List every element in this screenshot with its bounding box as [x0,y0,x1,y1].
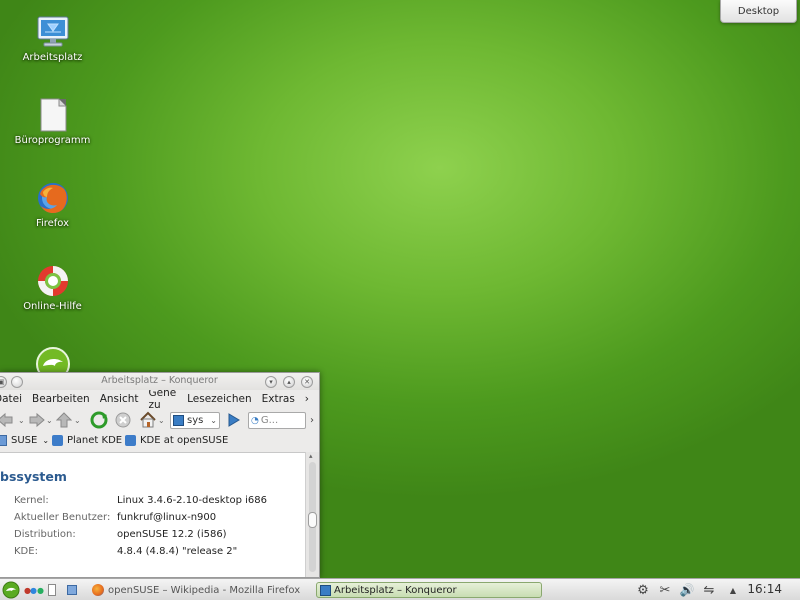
info-key: KDE: [14,546,38,557]
info-value: 4.8.4 (4.8.4) "release 2" [117,546,238,557]
main-toolbar: ⌄ ⌄ ⌄ ⌄ sys ⌄ ◔ G... › [0,407,319,433]
forward-arrow-icon[interactable] [26,411,46,429]
location-page-icon [173,415,184,426]
firefox-icon [92,584,104,596]
close-button[interactable]: ✕ [301,376,313,388]
desktop-icon-firefox[interactable]: Firefox [0,169,105,229]
desktop-icon-label: Büroprogramm [14,135,91,146]
location-input[interactable]: sys ⌄ [170,412,220,429]
activity-dots-icon[interactable]: ● ● ● [24,581,44,599]
bookmark-dropdown-chevron-icon[interactable]: ⌄ [42,436,49,445]
computer-monitor-icon [34,13,72,50]
info-key: Aktueller Benutzer: [14,512,111,523]
desktop-icon-label: Arbeitsplatz [22,52,83,63]
home-history-chevron-icon[interactable]: ⌄ [158,411,165,429]
document-icon [34,96,72,133]
scrollbar-thumb[interactable] [308,512,317,528]
bookmark-suse[interactable]: SUSE ⌄ [0,435,49,446]
bookmarks-toolbar: SUSE ⌄ Planet KDE KDE at openSUSE [0,433,319,450]
bookmark-label: SUSE [11,435,38,446]
forward-history-chevron-icon[interactable]: ⌄ [46,411,53,429]
konqueror-icon [320,584,331,596]
kde-bookmark-icon [125,435,136,446]
window-titlebar[interactable]: ▣ Arbeitsplatz – Konqueror ▾ ▴ ✕ [0,373,319,390]
menu-lesezeichen[interactable]: Lesezeichen [187,393,252,405]
minimize-button[interactable]: ▾ [265,376,277,388]
back-history-chevron-icon[interactable]: ⌄ [18,411,25,429]
back-arrow-icon[interactable] [0,411,16,429]
up-arrow-icon[interactable] [56,411,72,429]
maximize-button[interactable]: ▴ [283,376,295,388]
home-icon[interactable] [139,411,157,429]
menu-overflow-chevron-icon[interactable]: › [305,393,309,405]
menu-ansicht[interactable]: Ansicht [100,393,139,405]
system-settings-gear-icon[interactable]: ⚙ [634,581,652,599]
section-heading: bssystem [0,469,67,484]
desktop-icon-arbeitsplatz[interactable]: Arbeitsplatz [0,3,105,63]
vertical-scrollbar[interactable]: ▴ [305,452,319,577]
location-text: sys [187,415,204,426]
task-konqueror[interactable]: Arbeitsplatz – Konqueror [316,582,542,598]
desktop-pager-2-icon[interactable] [64,581,80,599]
klipper-scissors-icon[interactable]: ✂ [656,581,674,599]
info-value: Linux 3.4.6-2.10-desktop i686 [117,495,267,506]
menu-extras[interactable]: Extras [262,393,295,405]
desktop-toolbox-button[interactable]: Desktop [720,0,797,23]
desktop-icon-label: Online-Hilfe [23,301,82,312]
bookmark-kde-at-opensuse[interactable]: KDE at openSUSE [125,435,228,446]
taskbar-panel: ● ● ● openSUSE – Wikipedia - Mozilla Firef… [0,578,800,600]
firefox-icon [34,179,72,216]
reload-icon[interactable] [90,411,108,429]
desktop-icon-online-hilfe[interactable]: Online-Hilfe [0,252,105,312]
search-provider-icon: ◔ [251,415,259,426]
up-history-chevron-icon[interactable]: ⌄ [74,411,81,429]
desktop-pager-1-icon[interactable] [45,581,59,599]
location-dropdown-chevron-icon[interactable]: ⌄ [210,416,217,425]
desktop-icon-bueroprogramm[interactable]: Büroprogramm [0,86,105,146]
task-label: openSUSE – Wikipedia - Mozilla Firefox [108,584,301,596]
volume-speaker-icon[interactable]: 🔊 [678,581,696,599]
info-key: Kernel: [14,495,49,506]
kickoff-menu-icon[interactable] [0,581,22,599]
menubar: Datei Bearbeiten Ansicht Gehe zu Lesezei… [0,387,319,411]
bookmark-planet-kde[interactable]: Planet KDE [52,435,122,446]
folder-icon [0,435,7,446]
info-value: openSUSE 12.2 (i586) [117,529,227,540]
device-notifier-usb-icon[interactable]: ⇋ [700,581,718,599]
task-label: Arbeitsplatz – Konqueror [334,584,457,596]
info-value: funkruf@linux-n900 [117,512,217,523]
scroll-up-arrow-icon[interactable]: ▴ [309,452,313,460]
bookmark-label: KDE at openSUSE [140,435,229,446]
desktop-icon-label: Firefox [35,218,70,229]
konqueror-window: ▣ Arbeitsplatz – Konqueror ▾ ▴ ✕ Datei B… [0,372,320,578]
task-firefox[interactable]: openSUSE – Wikipedia - Mozilla Firefox [88,582,308,598]
clock[interactable]: 16:14 [747,582,782,596]
stop-icon[interactable] [115,411,131,429]
info-key: Distribution: [14,529,76,540]
kde-bookmark-icon [52,435,63,446]
lifebuoy-icon [34,262,72,299]
toolbar-overflow-chevron-icon[interactable]: › [310,411,314,429]
bookmark-label: Planet KDE [67,435,123,446]
menu-datei[interactable]: Datei [0,393,22,405]
go-arrow-icon[interactable] [227,411,241,429]
tray-expand-arrow-icon[interactable]: ▲ [727,581,739,599]
web-search-input[interactable]: ◔ G... [248,412,306,429]
content-view: bssystem Kernel: Linux 3.4.6-2.10-deskto… [0,452,306,577]
search-placeholder: G... [260,415,279,426]
menu-bearbeiten[interactable]: Bearbeiten [32,393,90,405]
